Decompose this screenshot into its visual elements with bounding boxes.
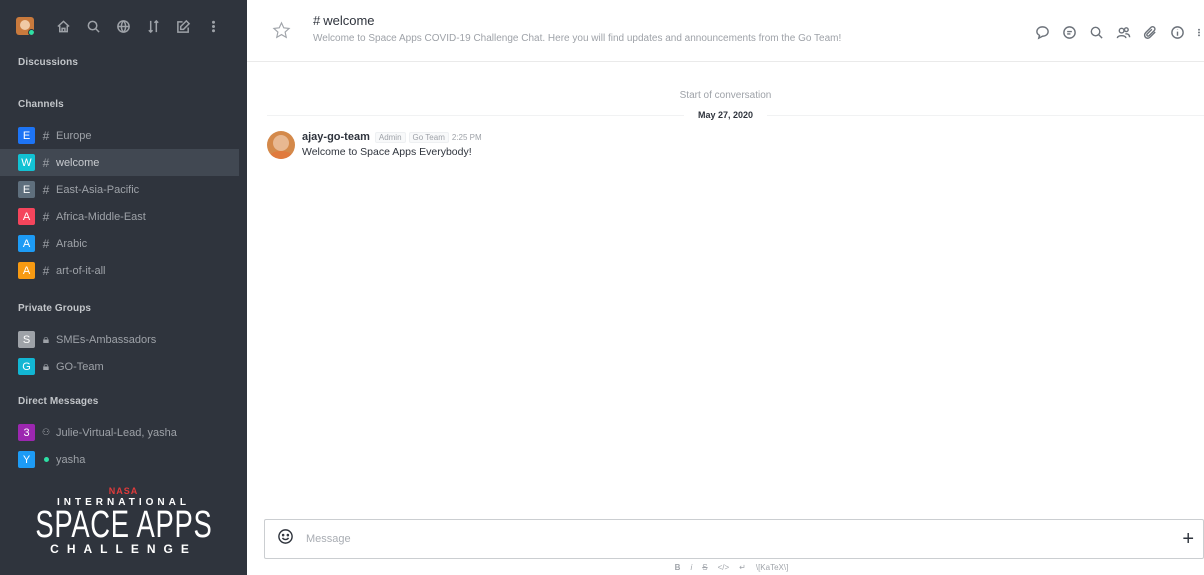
sidebar-item-label: East-Asia-Pacific	[56, 183, 140, 196]
strike-button[interactable]: S	[702, 563, 707, 572]
sidebar-item-label: GO-Team	[56, 360, 104, 373]
sidebar-item-label: Africa-Middle-East	[56, 210, 146, 223]
threads-icon[interactable]	[1059, 22, 1080, 42]
main-panel: # welcome Welcome to Space Apps COVID-19 …	[247, 0, 1204, 575]
sidebar-item-arabic[interactable]: A # Arabic	[0, 230, 239, 257]
room-header: # welcome Welcome to Space Apps COVID-19 …	[247, 0, 1204, 62]
sidebar-toolbar	[0, 0, 247, 52]
multiline-button[interactable]: ↵	[739, 563, 746, 572]
room-avatar: E	[18, 127, 35, 144]
room-avatar: Y	[18, 451, 35, 468]
code-button[interactable]: </>	[718, 563, 730, 572]
room-avatar: W	[18, 154, 35, 171]
search-icon[interactable]	[82, 16, 105, 36]
home-icon[interactable]	[52, 16, 75, 36]
avatar[interactable]	[267, 131, 295, 159]
message[interactable]: ajay-go-team Admin Go Team 2:25 PM Welco…	[247, 125, 1204, 159]
sidebar-item-east-asia-pacific[interactable]: E # East-Asia-Pacific	[0, 176, 239, 203]
section-private-groups: Private Groups	[18, 303, 92, 314]
sidebar-item-art-of-it-all[interactable]: A # art-of-it-all	[0, 257, 239, 284]
sidebar-item-label: welcome	[56, 156, 100, 169]
sidebar-item-welcome[interactable]: W # welcome	[0, 149, 239, 176]
room-topic: Welcome to Space Apps COVID-19 Challenge…	[313, 33, 842, 44]
sidebar-item-label: yasha	[56, 453, 86, 466]
message-composer: +	[264, 519, 1204, 559]
room-avatar: E	[18, 181, 35, 198]
plus-icon[interactable]: +	[1182, 528, 1194, 551]
room-avatar: A	[18, 208, 35, 225]
team-icon: ⚇	[41, 427, 51, 437]
role-badge: Admin	[374, 131, 406, 143]
members-icon[interactable]	[1113, 22, 1134, 42]
sidebar-item-label: Europe	[56, 129, 92, 142]
room-avatar: A	[18, 262, 35, 279]
logo-nasa: NASA	[108, 486, 139, 496]
hash-icon: #	[42, 209, 50, 224]
user-avatar[interactable]	[16, 17, 34, 35]
start-of-conversation: Start of conversation	[679, 90, 772, 101]
room-avatar: 3	[18, 424, 35, 441]
sidebar-item-label: art-of-it-all	[56, 264, 106, 277]
attachment-icon[interactable]	[1140, 22, 1161, 42]
message-input[interactable]	[306, 533, 1183, 545]
sidebar-item-yasha[interactable]: Yyasha	[0, 446, 239, 473]
favorite-star-icon[interactable]	[272, 13, 291, 45]
lock-icon: 🔒︎	[42, 359, 50, 373]
section-direct-messages: Direct Messages	[18, 396, 99, 407]
section-discussions: Discussions	[18, 57, 79, 68]
bold-button[interactable]: B	[675, 563, 681, 572]
emoji-icon[interactable]	[265, 528, 294, 550]
hash-icon: #	[42, 236, 50, 251]
space-apps-logo: NASA INTERNATIONAL SPACE APPS CHALLENGE	[0, 483, 247, 575]
hash-icon: #	[42, 263, 50, 278]
online-status-dot	[44, 457, 49, 462]
role-badge: Go Team	[408, 131, 449, 143]
room-avatar: A	[18, 235, 35, 252]
lock-icon: 🔒︎	[42, 332, 50, 346]
room-avatar: G	[18, 358, 35, 375]
logo-space-apps: SPACE APPS	[34, 504, 213, 546]
create-new-icon[interactable]	[172, 16, 195, 36]
more-vertical-icon[interactable]	[1194, 22, 1204, 42]
date-divider: May 27, 2020	[247, 105, 1204, 125]
message-text: Welcome to Space Apps Everybody!	[302, 146, 472, 158]
sidebar-item-label: Julie-Virtual-Lead, yasha	[56, 426, 177, 439]
search-messages-icon[interactable]	[1086, 22, 1107, 42]
sidebar-item-label: Arabic	[56, 237, 88, 250]
hash-icon: #	[313, 13, 321, 28]
header-actions	[1032, 22, 1204, 42]
directory-globe-icon[interactable]	[112, 16, 135, 36]
room-avatar: S	[18, 331, 35, 348]
discussion-icon[interactable]	[1032, 22, 1053, 42]
date-label: May 27, 2020	[683, 110, 768, 120]
direct-message-list: 3 ⚇ Julie-Virtual-Lead, yasha Yyasha	[0, 419, 247, 473]
sidebar-item-go-team[interactable]: G 🔒︎ GO-Team	[0, 353, 239, 380]
channel-list: E # Europe W # welcome E # East-Asia-Pacific A…	[0, 122, 247, 284]
room-info-icon[interactable]	[1167, 22, 1188, 42]
italic-button[interactable]: i	[690, 563, 692, 572]
message-timestamp: 2:25 PM	[451, 132, 482, 142]
more-vertical-icon[interactable]	[202, 16, 225, 36]
sort-icon[interactable]	[142, 16, 165, 36]
room-name: welcome	[323, 13, 375, 28]
formatting-toolbar: B i S </> ↵ \[KaTeX\]	[247, 563, 1204, 572]
room-title: # welcome	[313, 13, 841, 28]
message-list: Start of conversation May 27, 2020 ajay-…	[247, 90, 1204, 159]
sidebar-item-africa-middle-east[interactable]: A # Africa-Middle-East	[0, 203, 239, 230]
sidebar-item-julie-yasha[interactable]: 3 ⚇ Julie-Virtual-Lead, yasha	[0, 419, 239, 446]
sidebar: Discussions Channels E # Europe W # welcome …	[0, 0, 247, 575]
sidebar-item-europe[interactable]: E # Europe	[0, 122, 239, 149]
app-window: Discussions Channels E # Europe W # welcome …	[0, 0, 1204, 575]
hash-icon: #	[42, 128, 50, 143]
message-username[interactable]: ajay-go-team	[302, 131, 370, 143]
hash-icon: #	[42, 155, 50, 170]
status-online-dot	[28, 29, 34, 35]
section-channels: Channels	[18, 99, 64, 110]
sidebar-item-smes-ambassadors[interactable]: S 🔒︎ SMEs-Ambassadors	[0, 326, 239, 353]
katex-button[interactable]: \[KaTeX\]	[756, 563, 788, 572]
private-group-list: S 🔒︎ SMEs-Ambassadors G 🔒︎ GO-Team	[0, 326, 247, 380]
hash-icon: #	[42, 182, 50, 197]
sidebar-item-label: SMEs-Ambassadors	[56, 333, 157, 346]
